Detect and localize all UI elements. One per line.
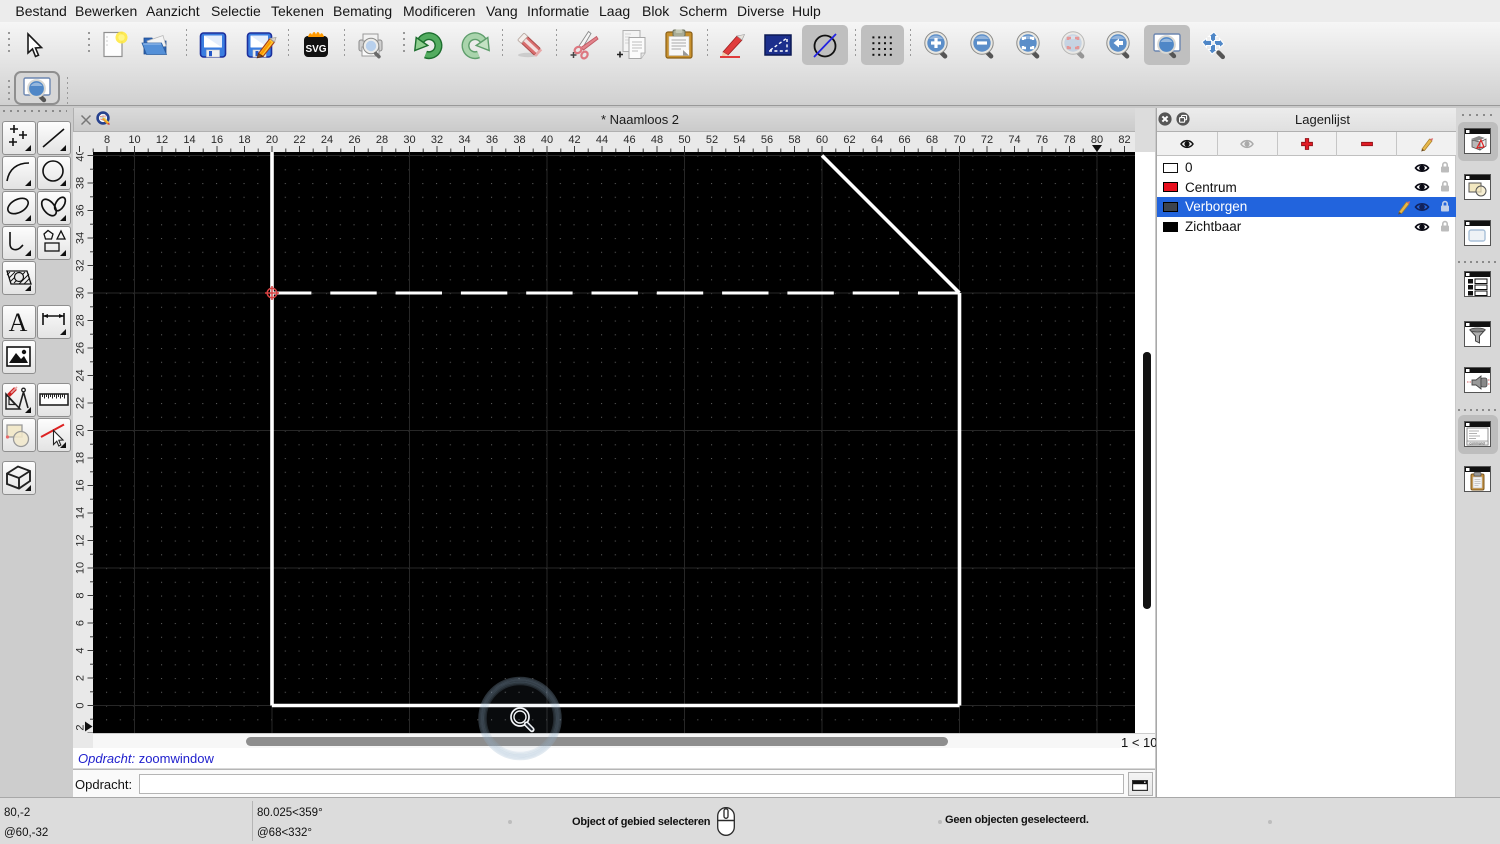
svg-text:62: 62 xyxy=(843,134,855,146)
svg-text:28: 28 xyxy=(376,134,388,146)
svg-text:56: 56 xyxy=(761,134,773,146)
svg-text:24: 24 xyxy=(75,369,87,381)
svg-text:60: 60 xyxy=(816,134,828,146)
svg-text:50: 50 xyxy=(678,134,690,146)
svg-text:SVG: SVG xyxy=(305,44,326,55)
svg-text:76: 76 xyxy=(1036,134,1048,146)
svg-text:54: 54 xyxy=(733,134,745,146)
svg-text:8: 8 xyxy=(75,592,87,598)
svg-text:36: 36 xyxy=(486,134,498,146)
svg-text:A: A xyxy=(9,308,28,337)
svg-text:0: 0 xyxy=(75,702,87,708)
svg-text:12: 12 xyxy=(156,134,168,146)
svg-text:78: 78 xyxy=(1063,134,1075,146)
svg-text:64: 64 xyxy=(871,134,883,146)
svg-text:72: 72 xyxy=(981,134,993,146)
svg-text:10: 10 xyxy=(75,562,87,574)
svg-text:42: 42 xyxy=(568,134,580,146)
svg-text:8: 8 xyxy=(104,134,110,146)
svg-text:6: 6 xyxy=(75,620,87,626)
svg-text:28: 28 xyxy=(75,314,87,326)
svg-text:2: 2 xyxy=(75,675,87,681)
svg-text:40: 40 xyxy=(75,152,87,162)
svg-text:18: 18 xyxy=(238,134,250,146)
svg-text:22: 22 xyxy=(293,134,305,146)
svg-text:82: 82 xyxy=(1118,134,1130,146)
svg-text:26: 26 xyxy=(75,342,87,354)
svg-text:36: 36 xyxy=(75,204,87,216)
svg-text:70: 70 xyxy=(953,134,965,146)
svg-text:16: 16 xyxy=(75,479,87,491)
svg-text:68: 68 xyxy=(926,134,938,146)
svg-text:14: 14 xyxy=(183,134,195,146)
svg-text:20: 20 xyxy=(75,424,87,436)
svg-text:38: 38 xyxy=(75,177,87,189)
svg-text:command: command xyxy=(1469,441,1484,445)
svg-text:24: 24 xyxy=(321,134,333,146)
svg-text:58: 58 xyxy=(788,134,800,146)
svg-text:16: 16 xyxy=(211,134,223,146)
svg-text:12: 12 xyxy=(75,534,87,546)
svg-text:14: 14 xyxy=(75,507,87,519)
svg-text:80: 80 xyxy=(1091,134,1103,146)
svg-text:32: 32 xyxy=(75,259,87,271)
svg-text:48: 48 xyxy=(651,134,663,146)
svg-text:34: 34 xyxy=(458,134,470,146)
svg-text:40: 40 xyxy=(541,134,553,146)
svg-text:38: 38 xyxy=(513,134,525,146)
svg-text:52: 52 xyxy=(706,134,718,146)
svg-text:46: 46 xyxy=(623,134,635,146)
svg-text:2: 2 xyxy=(75,724,87,730)
svg-text:20: 20 xyxy=(266,134,278,146)
svg-text:32: 32 xyxy=(431,134,443,146)
svg-text:30: 30 xyxy=(75,287,87,299)
svg-text:18: 18 xyxy=(75,452,87,464)
svg-text:10: 10 xyxy=(128,134,140,146)
svg-text:74: 74 xyxy=(1008,134,1020,146)
svg-text:30: 30 xyxy=(403,134,415,146)
svg-text:26: 26 xyxy=(348,134,360,146)
svg-text:66: 66 xyxy=(898,134,910,146)
svg-text:34: 34 xyxy=(75,232,87,244)
svg-text:4: 4 xyxy=(75,647,87,653)
svg-text:44: 44 xyxy=(596,134,608,146)
svg-text:22: 22 xyxy=(75,397,87,409)
